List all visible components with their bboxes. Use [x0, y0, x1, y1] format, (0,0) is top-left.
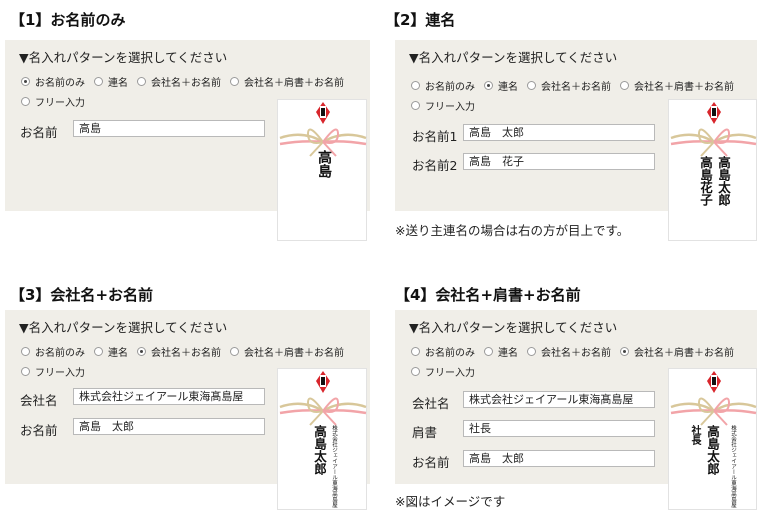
name-field[interactable]: 高島 太郎: [463, 450, 655, 467]
title-label: 肩書: [412, 425, 438, 440]
radio-button[interactable]: [484, 81, 493, 90]
pattern-heading: ▼名入れパターンを選択してください: [19, 320, 228, 335]
section-2-title: 【2】連名: [385, 11, 456, 29]
section-1-title: 【1】お名前のみ: [10, 11, 126, 29]
section-4-title: 【4】会社名+肩書+お名前: [395, 286, 581, 304]
radio-option-joint[interactable]: 連名: [94, 344, 128, 359]
pattern-heading: ▼名入れパターンを選択してください: [409, 320, 618, 335]
radio-option-joint[interactable]: 連名: [94, 74, 128, 89]
pattern-radio-group-2: フリー入力: [21, 94, 94, 109]
radio-button[interactable]: [411, 81, 420, 90]
radio-option-free-input[interactable]: フリー入力: [21, 364, 85, 379]
name-field[interactable]: 高島 太郎: [73, 418, 265, 435]
name2-field[interactable]: 高島 花子: [463, 153, 655, 170]
radio-option-name-only[interactable]: お名前のみ: [411, 78, 475, 93]
radio-button[interactable]: [230, 77, 239, 86]
name1-field[interactable]: 高島 太郎: [463, 124, 655, 141]
radio-button[interactable]: [21, 347, 30, 356]
name-label: お名前: [20, 423, 58, 438]
radio-button[interactable]: [21, 77, 30, 86]
joint-note: ※送り主連名の場合は右の方が目上です。: [395, 223, 630, 238]
noshi-name: 高島太郎: [705, 425, 720, 475]
company-field[interactable]: 株式会社ジェイアール東海髙島屋: [73, 388, 265, 405]
radio-option-company-name[interactable]: 会社名＋お名前: [137, 344, 221, 359]
radio-button[interactable]: [527, 347, 536, 356]
radio-button[interactable]: [137, 77, 146, 86]
radio-option-company-title-name[interactable]: 会社名＋肩書＋お名前: [230, 74, 344, 89]
radio-option-company-title-name[interactable]: 会社名＋肩書＋お名前: [230, 344, 344, 359]
pattern-heading: ▼名入れパターンを選択してください: [19, 50, 228, 65]
radio-option-joint[interactable]: 連名: [484, 78, 518, 93]
radio-option-company-name[interactable]: 会社名＋お名前: [527, 344, 611, 359]
noshi-title: 社長: [689, 425, 700, 445]
radio-button[interactable]: [94, 77, 103, 86]
image-note: ※図はイメージです: [395, 494, 506, 509]
radio-option-company-title-name[interactable]: 会社名＋肩書＋お名前: [620, 78, 734, 93]
company-field[interactable]: 株式会社ジェイアール東海髙島屋: [463, 391, 655, 408]
pattern-radio-group-2: フリー入力: [411, 98, 484, 113]
section-3-title: 【3】会社名+お名前: [10, 286, 154, 304]
radio-button[interactable]: [620, 347, 629, 356]
radio-button[interactable]: [484, 347, 493, 356]
radio-option-company-title-name[interactable]: 会社名＋肩書＋お名前: [620, 344, 734, 359]
noshi-preview-4: 株式会社ジェイアール東海髙島屋 社長 高島太郎: [668, 368, 757, 510]
noshi-preview-1: 高島: [277, 99, 367, 241]
radio-button[interactable]: [620, 81, 629, 90]
name2-label: お名前2: [412, 158, 458, 173]
name-field[interactable]: 高島: [73, 120, 265, 137]
radio-option-company-name[interactable]: 会社名＋お名前: [527, 78, 611, 93]
radio-option-joint[interactable]: 連名: [484, 344, 518, 359]
noshi-preview-3: 株式会社ジェイアール東海髙島屋 高島太郎: [277, 368, 367, 510]
pattern-radio-group: お名前のみ 連名 会社名＋お名前 会社名＋肩書＋お名前: [411, 78, 743, 93]
company-label: 会社名: [20, 393, 58, 408]
radio-button[interactable]: [21, 97, 30, 106]
radio-button[interactable]: [94, 347, 103, 356]
radio-button[interactable]: [411, 367, 420, 376]
radio-button[interactable]: [527, 81, 536, 90]
radio-option-free-input[interactable]: フリー入力: [411, 98, 475, 113]
pattern-heading: ▼名入れパターンを選択してください: [409, 50, 618, 65]
radio-option-name-only[interactable]: お名前のみ: [411, 344, 475, 359]
pattern-radio-group-2: フリー入力: [411, 364, 484, 379]
pattern-radio-group: お名前のみ 連名 会社名＋お名前 会社名＋肩書＋お名前: [21, 74, 353, 89]
radio-option-company-name[interactable]: 会社名＋お名前: [137, 74, 221, 89]
noshi-preview-2: 高島太郎 高島花子: [668, 99, 757, 241]
pattern-radio-group: お名前のみ 連名 会社名＋お名前 会社名＋肩書＋お名前: [21, 344, 353, 359]
radio-option-name-only[interactable]: お名前のみ: [21, 74, 85, 89]
radio-option-free-input[interactable]: フリー入力: [411, 364, 475, 379]
noshi-company: 株式会社ジェイアール東海髙島屋: [331, 425, 337, 508]
radio-button[interactable]: [411, 101, 420, 110]
noshi-name-right: 高島太郎: [716, 156, 731, 206]
name1-label: お名前1: [412, 129, 458, 144]
noshi-name: 高島太郎: [312, 425, 327, 475]
noshi-name-left: 高島花子: [698, 156, 713, 206]
radio-button[interactable]: [137, 347, 146, 356]
noshi-name: 高島: [316, 150, 332, 178]
company-label: 会社名: [412, 396, 450, 411]
radio-button[interactable]: [230, 347, 239, 356]
radio-option-free-input[interactable]: フリー入力: [21, 94, 85, 109]
radio-button[interactable]: [21, 367, 30, 376]
name-label: お名前: [412, 455, 450, 470]
noshi-company: 株式会社ジェイアール東海髙島屋: [730, 425, 736, 508]
pattern-radio-group: お名前のみ 連名 会社名＋お名前 会社名＋肩書＋お名前: [411, 344, 743, 359]
pattern-radio-group-2: フリー入力: [21, 364, 94, 379]
title-field[interactable]: 社長: [463, 420, 655, 437]
radio-button[interactable]: [411, 347, 420, 356]
radio-option-name-only[interactable]: お名前のみ: [21, 344, 85, 359]
name-label: お名前: [20, 125, 58, 140]
